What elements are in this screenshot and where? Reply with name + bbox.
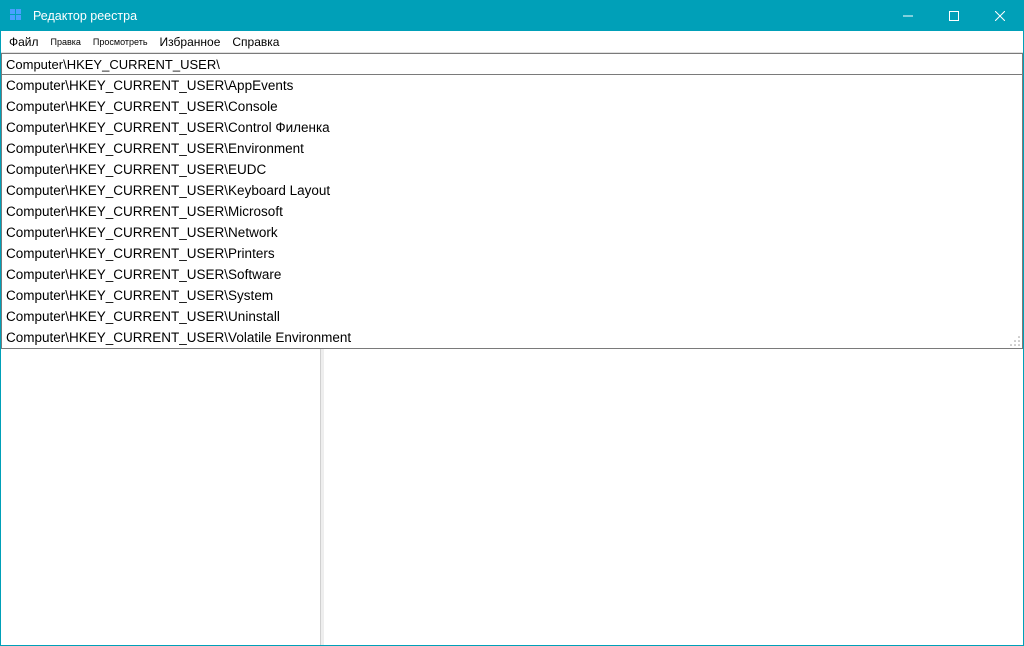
resize-grip-icon[interactable]: [1007, 333, 1021, 347]
autocomplete-item[interactable]: Computer\HKEY_CURRENT_USER\Uninstall: [2, 306, 1022, 327]
window-controls: [885, 1, 1023, 31]
menu-view[interactable]: Просмотреть: [87, 35, 154, 49]
autocomplete-item[interactable]: Computer\HKEY_CURRENT_USER\Control Филен…: [2, 117, 1022, 138]
menu-file[interactable]: Файл: [3, 33, 45, 51]
main-panes: [1, 349, 1023, 645]
autocomplete-item[interactable]: Computer\HKEY_CURRENT_USER\EUDC: [2, 159, 1022, 180]
address-bar-wrapper: [1, 53, 1023, 75]
registry-tree-pane[interactable]: [1, 349, 321, 645]
autocomplete-item[interactable]: Computer\HKEY_CURRENT_USER\Environment: [2, 138, 1022, 159]
titlebar: Редактор реестра: [1, 1, 1023, 31]
autocomplete-item[interactable]: Computer\HKEY_CURRENT_USER\Printers: [2, 243, 1022, 264]
menu-help[interactable]: Справка: [226, 33, 285, 51]
address-input[interactable]: [1, 53, 1023, 75]
autocomplete-item[interactable]: Computer\HKEY_CURRENT_USER\System: [2, 285, 1022, 306]
autocomplete-item[interactable]: Computer\HKEY_CURRENT_USER\AppEvents: [2, 75, 1022, 96]
autocomplete-item[interactable]: Computer\HKEY_CURRENT_USER\Keyboard Layo…: [2, 180, 1022, 201]
menu-favorites[interactable]: Избранное: [154, 33, 227, 51]
registry-values-pane[interactable]: [324, 349, 1023, 645]
menu-edit[interactable]: Правка: [45, 35, 87, 49]
autocomplete-item[interactable]: Computer\HKEY_CURRENT_USER\Console: [2, 96, 1022, 117]
autocomplete-dropdown: Computer\HKEY_CURRENT_USER\AppEvents Com…: [1, 75, 1023, 349]
registry-editor-window: Редактор реестра Файл Правка Просмотреть…: [0, 0, 1024, 646]
autocomplete-item[interactable]: Computer\HKEY_CURRENT_USER\Software: [2, 264, 1022, 285]
app-icon: [9, 8, 25, 24]
autocomplete-item[interactable]: Computer\HKEY_CURRENT_USER\Volatile Envi…: [2, 327, 1022, 348]
close-button[interactable]: [977, 1, 1023, 31]
autocomplete-item[interactable]: Computer\HKEY_CURRENT_USER\Network: [2, 222, 1022, 243]
minimize-button[interactable]: [885, 1, 931, 31]
window-title: Редактор реестра: [33, 9, 885, 23]
autocomplete-item[interactable]: Computer\HKEY_CURRENT_USER\Microsoft: [2, 201, 1022, 222]
maximize-button[interactable]: [931, 1, 977, 31]
menubar: Файл Правка Просмотреть Избранное Справк…: [1, 31, 1023, 53]
